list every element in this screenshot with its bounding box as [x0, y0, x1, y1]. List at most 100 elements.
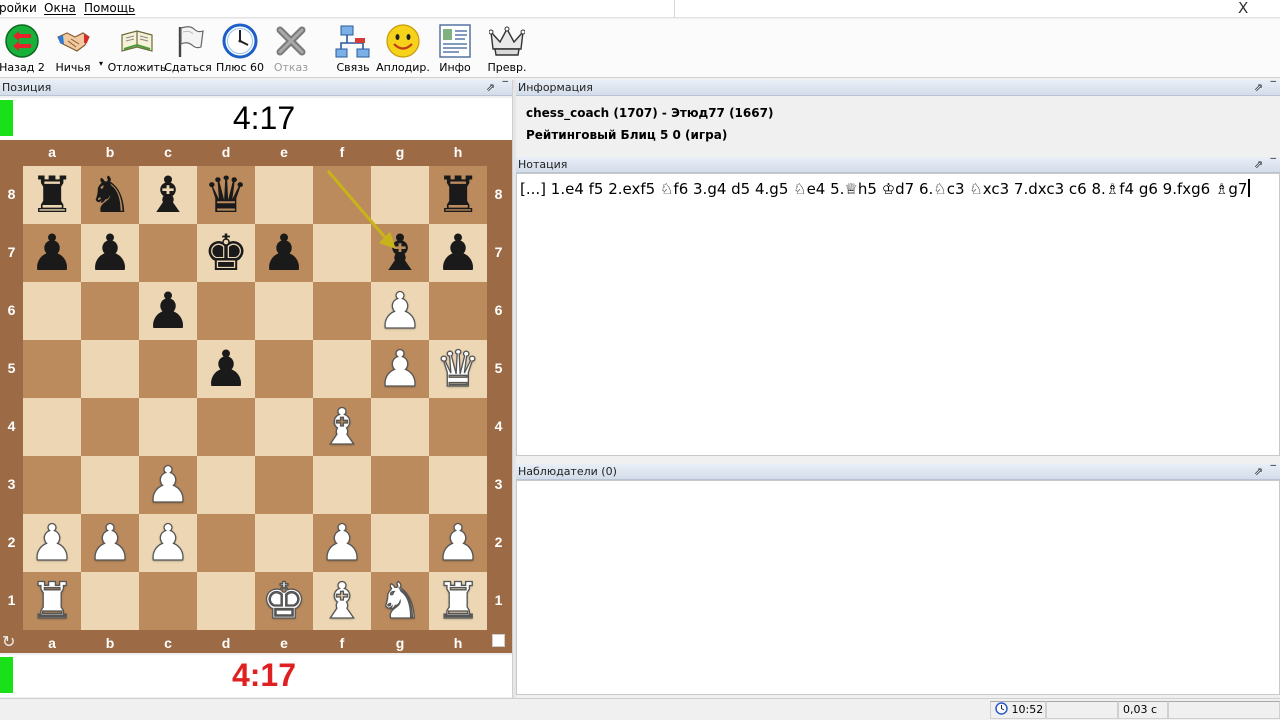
close-icon[interactable]: X	[1238, 0, 1248, 17]
black-pawn-piece[interactable]: ♟	[81, 224, 139, 282]
black-pawn-piece[interactable]: ♟	[197, 340, 255, 398]
square-h2[interactable]: ♟	[429, 513, 487, 573]
chess-board[interactable]: ♜ ♞ ♝ ♛ ♜ ♟ ♟ ♚ ♟ ♝ ♟ ♟ ♟ ♟ ♟ ♛ ♝ ♟ ♟ ♟ ♟ ♟ ♟ ♜ ♚ ♝ ♞ ♜ a a b b c c d d e e f f…	[0, 140, 512, 653]
square-f5[interactable]	[313, 340, 371, 398]
square-c3[interactable]: ♟	[139, 455, 197, 515]
flip-board-icon[interactable]: ↻	[2, 632, 15, 651]
square-a4[interactable]	[23, 398, 81, 456]
undock-icon[interactable]: ⇗	[1254, 80, 1263, 95]
square-h3[interactable]	[429, 456, 487, 514]
info-button[interactable]: Инфо	[434, 19, 476, 77]
square-h1[interactable]: ♜	[429, 571, 487, 631]
square-a3[interactable]	[23, 456, 81, 514]
square-b1[interactable]	[81, 572, 139, 630]
square-d5[interactable]: ♟	[197, 340, 255, 398]
square-g7[interactable]: ♝	[371, 224, 429, 282]
square-a2[interactable]: ♟	[23, 513, 81, 573]
plus-60-button[interactable]: Плюс 60	[216, 19, 264, 77]
square-f4[interactable]: ♝	[313, 397, 371, 457]
square-d4[interactable]	[197, 398, 255, 456]
square-d3[interactable]	[197, 456, 255, 514]
observers-list[interactable]	[516, 480, 1280, 695]
square-g1[interactable]: ♞	[371, 571, 429, 631]
square-h7[interactable]: ♟	[429, 224, 487, 282]
square-h6[interactable]	[429, 282, 487, 340]
square-c5[interactable]	[139, 340, 197, 398]
black-king-piece[interactable]: ♚	[197, 224, 255, 282]
square-c4[interactable]	[139, 398, 197, 456]
square-d7[interactable]: ♚	[197, 224, 255, 282]
promote-button[interactable]: Превр.	[486, 19, 528, 77]
square-f2[interactable]: ♟	[313, 513, 371, 573]
black-bishop-piece[interactable]: ♝	[371, 224, 429, 282]
square-c2[interactable]: ♟	[139, 513, 197, 573]
square-b6[interactable]	[81, 282, 139, 340]
square-b2[interactable]: ♟	[81, 513, 139, 573]
move-list[interactable]: [...] 1.e4 f5 2.exf5 ♘f6 3.g4 d5 4.g5 ♘e…	[520, 179, 1251, 198]
square-a8[interactable]: ♜	[23, 166, 81, 224]
square-e2[interactable]	[255, 514, 313, 572]
undock-icon[interactable]: ⇗	[1254, 157, 1263, 172]
square-e8[interactable]	[255, 166, 313, 224]
black-pawn-piece[interactable]: ♟	[255, 224, 313, 282]
black-queen-piece[interactable]: ♛	[197, 166, 255, 224]
square-c8[interactable]: ♝	[139, 166, 197, 224]
back-2-button[interactable]: Назад 2	[0, 19, 45, 77]
square-c7[interactable]	[139, 224, 197, 282]
square-c1[interactable]	[139, 572, 197, 630]
square-b5[interactable]	[81, 340, 139, 398]
white-pawn-piece[interactable]: ♟	[81, 513, 139, 572]
white-bishop-piece[interactable]: ♝	[313, 397, 371, 456]
white-pawn-piece[interactable]: ♟	[371, 281, 429, 340]
square-e6[interactable]	[255, 282, 313, 340]
white-queen-piece[interactable]: ♛	[429, 339, 487, 398]
undock-icon[interactable]: ⇗	[1254, 464, 1263, 479]
square-a1[interactable]: ♜	[23, 571, 81, 631]
minimize-icon[interactable]: ‾	[1271, 78, 1277, 93]
white-king-piece[interactable]: ♚	[255, 571, 313, 630]
menu-windows[interactable]: Окна	[44, 1, 76, 16]
square-a7[interactable]: ♟	[23, 224, 81, 282]
square-h8[interactable]: ♜	[429, 166, 487, 224]
square-e4[interactable]	[255, 398, 313, 456]
square-f1[interactable]: ♝	[313, 571, 371, 631]
undock-icon[interactable]: ⇗	[486, 80, 495, 95]
square-b4[interactable]	[81, 398, 139, 456]
square-c6[interactable]: ♟	[139, 282, 197, 340]
applaud-button[interactable]: Аплодир.	[376, 19, 430, 77]
draw-button[interactable]: Ничья	[52, 19, 94, 77]
square-g6[interactable]: ♟	[371, 281, 429, 341]
white-pawn-piece[interactable]: ♟	[139, 513, 197, 572]
square-a6[interactable]	[23, 282, 81, 340]
square-b3[interactable]	[81, 456, 139, 514]
minimize-icon[interactable]: ‾	[1271, 155, 1277, 170]
minimize-icon[interactable]: ‾	[503, 78, 509, 93]
menu-settings[interactable]: ройки	[0, 1, 37, 16]
white-bishop-piece[interactable]: ♝	[313, 571, 371, 630]
white-rook-piece[interactable]: ♜	[23, 571, 81, 630]
black-pawn-piece[interactable]: ♟	[139, 282, 197, 340]
black-rook-piece[interactable]: ♜	[23, 166, 81, 224]
square-b8[interactable]: ♞	[81, 166, 139, 224]
square-g8[interactable]	[371, 166, 429, 224]
black-pawn-piece[interactable]: ♟	[429, 224, 487, 282]
chevron-down-icon[interactable]: ▾	[99, 59, 103, 68]
white-rook-piece[interactable]: ♜	[429, 571, 487, 630]
square-g4[interactable]	[371, 398, 429, 456]
notation-panel[interactable]: [...] 1.e4 f5 2.exf5 ♘f6 3.g4 d5 4.g5 ♘e…	[516, 173, 1280, 456]
square-g2[interactable]	[371, 514, 429, 572]
white-pawn-piece[interactable]: ♟	[371, 339, 429, 398]
square-h5[interactable]: ♛	[429, 339, 487, 399]
square-f8[interactable]	[313, 166, 371, 224]
square-f7[interactable]	[313, 224, 371, 282]
black-pawn-piece[interactable]: ♟	[23, 224, 81, 282]
white-pawn-piece[interactable]: ♟	[429, 513, 487, 572]
menu-help[interactable]: Помощь	[84, 1, 135, 16]
square-g5[interactable]: ♟	[371, 339, 429, 399]
square-e3[interactable]	[255, 456, 313, 514]
white-pawn-piece[interactable]: ♟	[139, 455, 197, 514]
square-e7[interactable]: ♟	[255, 224, 313, 282]
square-e1[interactable]: ♚	[255, 571, 313, 631]
white-knight-piece[interactable]: ♞	[371, 571, 429, 630]
square-d6[interactable]	[197, 282, 255, 340]
